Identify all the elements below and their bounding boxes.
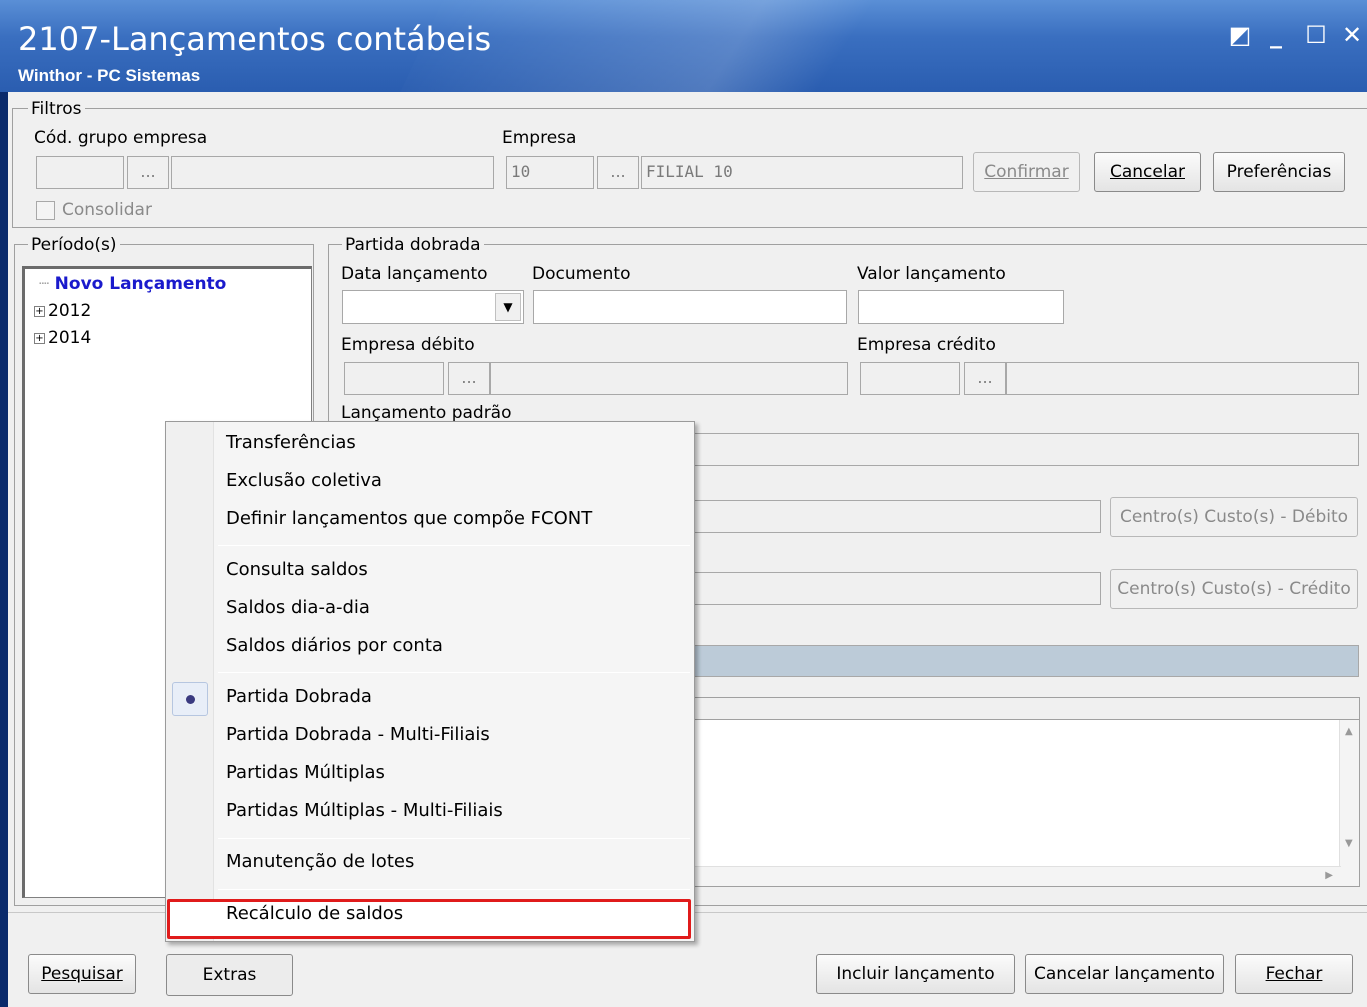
close-button[interactable]: ✕	[1338, 22, 1366, 50]
title-bar: 2107-Lançamentos contábeis Winthor - PC …	[0, 0, 1367, 92]
empresa-name-value: FILIAL 10	[646, 162, 733, 181]
data-lancamento-input[interactable]: ▼	[342, 290, 524, 324]
pesquisar-button[interactable]: Pesquisar	[28, 954, 136, 994]
scroll-down-icon[interactable]: ▼	[1345, 838, 1353, 849]
horizontal-scrollbar[interactable]: ▶	[695, 866, 1341, 886]
dropdown-arrow-icon[interactable]: ▼	[495, 293, 521, 321]
tree-item-2014[interactable]: +2014	[34, 328, 91, 348]
menu-separator	[218, 889, 690, 890]
menu-separator	[218, 545, 690, 546]
scroll-right-icon[interactable]: ▶	[1325, 870, 1333, 881]
empresa-debito-input[interactable]	[344, 362, 444, 395]
empresa-debito-label: Empresa débito	[341, 335, 475, 355]
valor-input[interactable]	[858, 290, 1064, 324]
menu-item-manutencao-lotes[interactable]: Manutenção de lotes	[226, 851, 414, 872]
consolidar-label: Consolidar	[62, 200, 152, 220]
scroll-up-icon[interactable]: ▲	[1345, 726, 1353, 737]
expand-icon[interactable]: +	[34, 305, 45, 317]
tree-item-2014-label: 2014	[48, 328, 92, 348]
fechar-button[interactable]: Fechar	[1235, 954, 1353, 994]
cod-grupo-lookup-button[interactable]: ...	[127, 156, 169, 189]
consolidar-checkbox[interactable]	[36, 201, 55, 220]
menu-item-partida-dobrada[interactable]: Partida Dobrada	[226, 686, 372, 707]
empresa-name-field: FILIAL 10	[641, 156, 963, 189]
periodos-label: Período(s)	[28, 235, 120, 255]
cc-debito-button[interactable]: Centro(s) Custo(s) - Débito	[1110, 497, 1358, 537]
cod-grupo-input[interactable]	[36, 156, 124, 189]
extras-label: Extras	[202, 965, 257, 985]
minimize-button[interactable]: _	[1262, 22, 1290, 50]
cod-grupo-label: Cód. grupo empresa	[34, 128, 208, 148]
cc-credito-button[interactable]: Centro(s) Custo(s) - Crédito	[1110, 569, 1358, 609]
cancelar-label: Cancelar	[1110, 162, 1185, 182]
expand-icon[interactable]: +	[34, 332, 45, 344]
menu-item-partidas-multiplas[interactable]: Partidas Múltiplas	[226, 762, 385, 783]
window-title: 2107-Lançamentos contábeis	[18, 20, 492, 58]
radio-check-icon	[172, 682, 208, 716]
extras-button[interactable]: Extras	[166, 954, 293, 996]
empresa-lookup-button[interactable]: ...	[597, 156, 639, 189]
historico-bar	[694, 645, 1359, 677]
preferencias-label: Preferências	[1226, 162, 1332, 182]
empresa-code-input[interactable]: 10	[506, 156, 594, 189]
pesquisar-label: Pesquisar	[41, 964, 123, 984]
empresa-debito-desc	[490, 362, 848, 395]
filtros-label: Filtros	[28, 99, 85, 119]
lancamento-padrao-label: Lançamento padrão	[341, 403, 512, 423]
grupo-desc-field	[171, 156, 494, 189]
menu-separator	[218, 672, 690, 673]
menu-item-exclusao-coletiva[interactable]: Exclusão coletiva	[226, 470, 382, 491]
documento-input[interactable]	[533, 290, 847, 324]
incluir-label: Incluir lançamento	[836, 964, 995, 984]
window-subtitle: Winthor - PC Sistemas	[18, 66, 201, 85]
conta-debito-field[interactable]	[694, 500, 1101, 533]
radio-dot-icon	[186, 695, 195, 704]
cancelar-button[interactable]: Cancelar	[1094, 152, 1201, 192]
fechar-label: Fechar	[1265, 964, 1323, 984]
tree-item-2012[interactable]: +2012	[34, 301, 91, 321]
lancamento-padrao-field[interactable]	[694, 433, 1359, 466]
confirmar-label: Confirmar	[984, 162, 1069, 182]
cancelar-lancamento-button[interactable]: Cancelar lançamento	[1025, 954, 1224, 994]
menu-item-partidas-multiplas-multi[interactable]: Partidas Múltiplas - Multi-Filiais	[226, 800, 503, 821]
empresa-label: Empresa	[502, 128, 577, 148]
empresa-credito-input[interactable]	[860, 362, 960, 395]
tree-item-novo-label: Novo Lançamento	[54, 274, 227, 294]
app-window: 2107-Lançamentos contábeis Winthor - PC …	[0, 0, 1367, 1007]
conta-credito-field[interactable]	[694, 572, 1101, 605]
tree-item-novo[interactable]: ┈ Novo Lançamento	[39, 274, 226, 294]
menu-item-saldos-diarios-conta[interactable]: Saldos diários por conta	[226, 635, 443, 656]
menu-item-transferencias[interactable]: Transferências	[226, 432, 356, 453]
menu-separator	[218, 838, 690, 839]
empresa-credito-lookup-button[interactable]: ...	[964, 362, 1006, 395]
preferencias-button[interactable]: Preferências	[1213, 152, 1345, 192]
empresa-debito-lookup-button[interactable]: ...	[448, 362, 490, 395]
incluir-lancamento-button[interactable]: Incluir lançamento	[816, 954, 1015, 994]
maximize-button[interactable]: ☐	[1302, 22, 1330, 50]
menu-item-consulta-saldos[interactable]: Consulta saldos	[226, 559, 368, 580]
historico-textarea[interactable]: ▲ ▼ ▶	[694, 719, 1360, 887]
partida-label: Partida dobrada	[342, 235, 484, 255]
menu-item-definir-fcont[interactable]: Definir lançamentos que compõe FCONT	[226, 508, 592, 529]
cancelar-lanc-label: Cancelar lançamento	[1034, 964, 1215, 984]
empresa-credito-desc	[1006, 362, 1359, 395]
menu-item-saldos-dia[interactable]: Saldos dia-a-dia	[226, 597, 370, 618]
extras-menu: Transferências Exclusão coletiva Definir…	[165, 421, 695, 942]
menu-item-partida-dobrada-multi[interactable]: Partida Dobrada - Multi-Filiais	[226, 724, 490, 745]
data-lancamento-label: Data lançamento	[341, 264, 488, 284]
vertical-scrollbar[interactable]: ▲ ▼	[1339, 720, 1359, 886]
confirmar-button[interactable]: Confirmar	[973, 152, 1080, 192]
empresa-credito-label: Empresa crédito	[857, 335, 996, 355]
menu-item-recalculo-saldos[interactable]: Recálculo de saldos	[226, 903, 403, 924]
tree-item-2012-label: 2012	[48, 301, 92, 321]
restore-icon[interactable]: ◩	[1226, 22, 1254, 50]
documento-label: Documento	[532, 264, 631, 284]
valor-label: Valor lançamento	[857, 264, 1006, 284]
empresa-code-value: 10	[511, 162, 531, 181]
